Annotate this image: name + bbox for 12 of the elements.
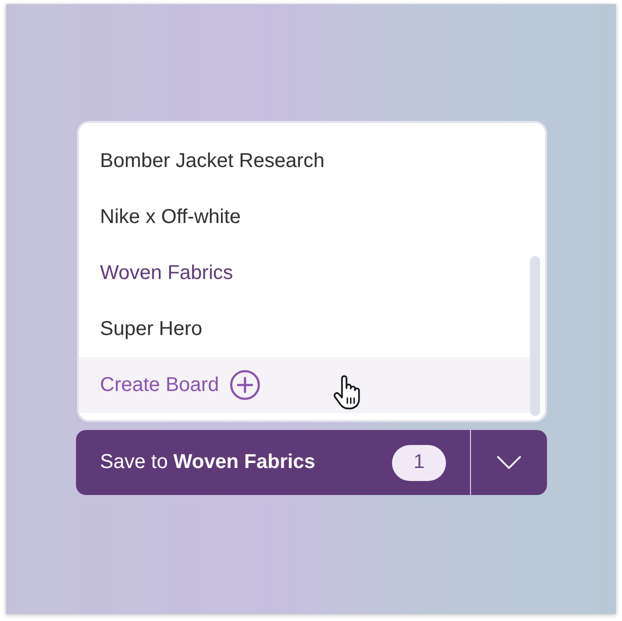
chevron-down-icon (497, 456, 521, 469)
menu-item[interactable]: Bomber Jacket Research (79, 133, 530, 189)
count-badge: 1 (392, 444, 446, 480)
menu-item[interactable]: Nike x Off-white (79, 189, 530, 245)
save-button[interactable]: Save to Woven Fabrics 1 (76, 430, 470, 495)
scrollbar-thumb[interactable] (530, 256, 540, 416)
pointer-hand-icon (332, 375, 362, 410)
create-board-item[interactable]: Create Board (79, 357, 530, 413)
menu-item[interactable]: Woven Fabrics (79, 245, 530, 301)
dropdown-toggle-button[interactable] (470, 430, 547, 495)
plus-circle-icon (230, 370, 260, 400)
menu-item[interactable]: Super Hero (79, 301, 530, 357)
